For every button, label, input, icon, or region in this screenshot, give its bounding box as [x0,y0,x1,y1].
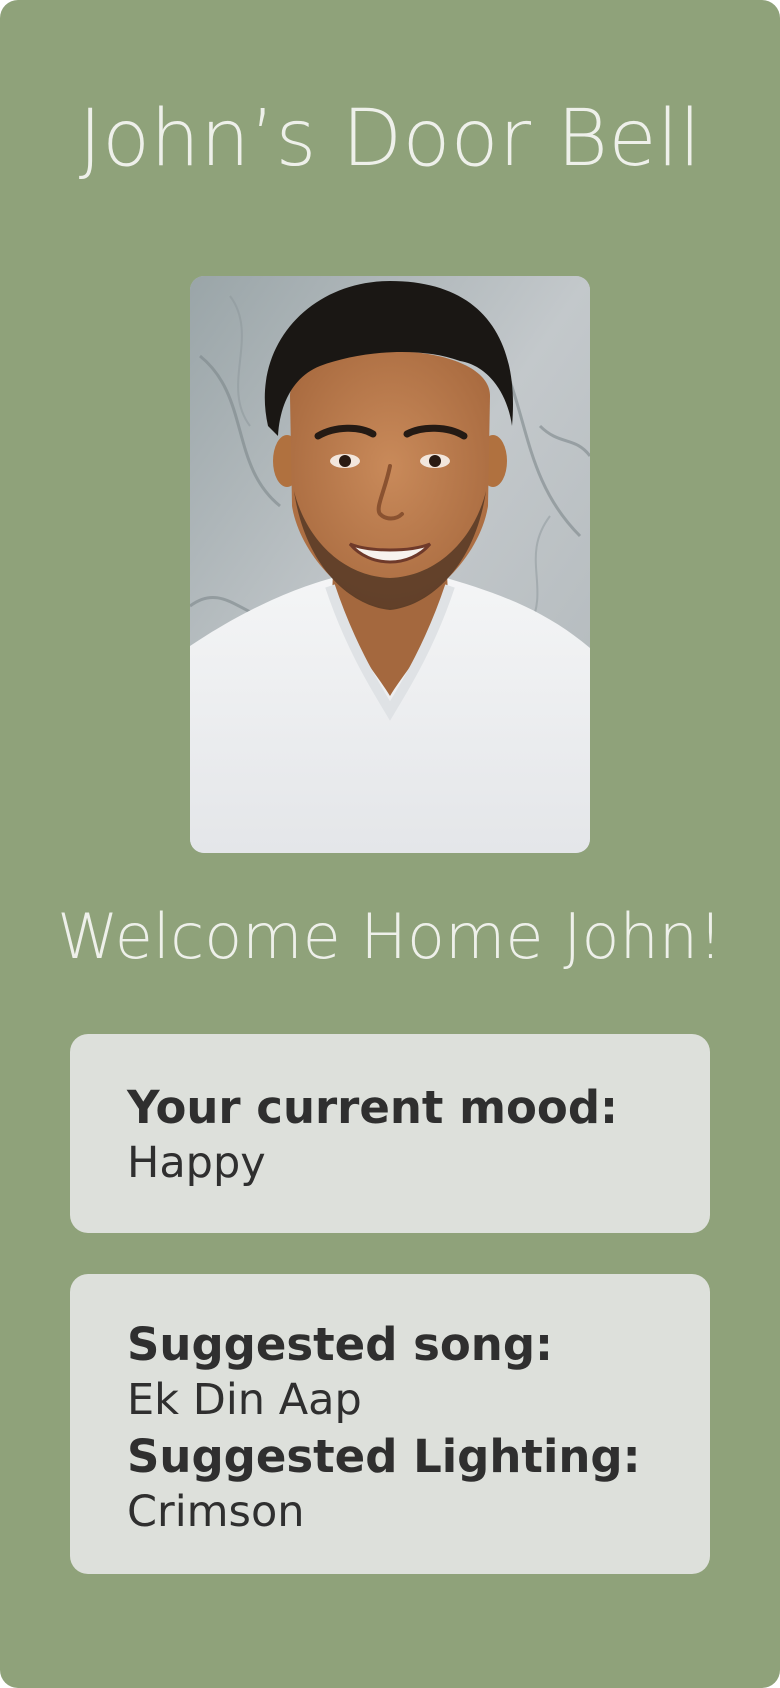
lighting-label: Suggested Lighting: [127,1430,641,1483]
page-title: John’s Door Bell [78,94,702,184]
welcome-message: Welcome Home John! [57,900,723,973]
doorbell-screen: John’s Door Bell Welcome Home John! Your… [0,0,780,1688]
visitor-photo [190,276,590,853]
song-value: Ek Din Aap [127,1375,362,1425]
mood-label: Your current mood: [127,1081,619,1134]
mood-value: Happy [127,1138,266,1188]
song-label: Suggested song: [127,1318,554,1371]
mood-card: Your current mood: Happy [70,1034,710,1233]
lighting-value: Crimson [127,1487,305,1537]
suggestion-card: Suggested song: Ek Din Aap Suggested Lig… [70,1274,710,1574]
